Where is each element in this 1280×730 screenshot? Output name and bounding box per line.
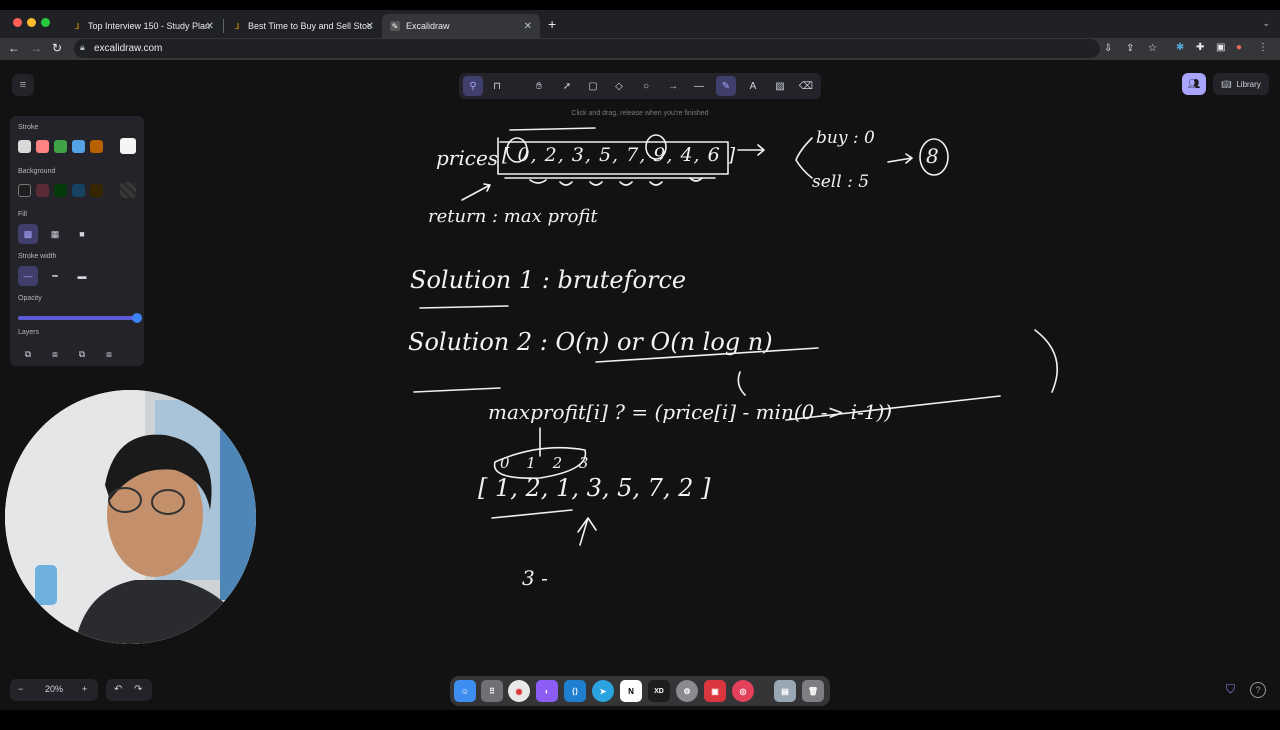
- sell-text: sell : 5: [812, 172, 870, 192]
- solution2-text: Solution 2 : O(n) or O(n log n): [408, 328, 773, 356]
- chrome-icon[interactable]: ◉: [508, 680, 530, 702]
- notion-icon[interactable]: N: [620, 680, 642, 702]
- help-icon[interactable]: ?: [1250, 682, 1266, 698]
- app2-icon[interactable]: ◎: [732, 680, 754, 702]
- github-icon[interactable]: ◐: [536, 680, 558, 702]
- shield-icon[interactable]: ⛉: [1226, 682, 1235, 697]
- example-array: [ 1, 2, 1, 3, 5, 7, 2 ]: [478, 474, 711, 502]
- zoom-level[interactable]: 20%: [45, 684, 63, 694]
- macos-dock: ☺ ⠿ ◉ ◐ ⟨⟩ ➤ N XD ⚙ ▣ ◎ ▤ 🗑︎: [450, 676, 830, 706]
- return-text: return : max profit: [428, 206, 598, 227]
- undo-icon[interactable]: ↶: [114, 684, 122, 695]
- prices-label: prices: [436, 146, 499, 170]
- app-icon[interactable]: ▣: [704, 680, 726, 702]
- buy-text: buy : 0: [816, 128, 875, 148]
- vscode-icon[interactable]: ⟨⟩: [564, 680, 586, 702]
- undo-redo-controls: ↶ ↷: [106, 679, 152, 701]
- xd-icon[interactable]: XD: [648, 680, 670, 702]
- settings-icon[interactable]: ⚙: [676, 680, 698, 702]
- trash-icon[interactable]: 🗑︎: [802, 680, 824, 702]
- result-text: 8: [926, 144, 939, 168]
- zoom-in-icon[interactable]: +: [82, 684, 87, 694]
- finder-icon[interactable]: ☺: [454, 680, 476, 702]
- telegram-icon[interactable]: ➤: [592, 680, 614, 702]
- zoom-controls: − 20% +: [10, 679, 98, 701]
- webcam-overlay: [5, 390, 256, 644]
- zoom-out-icon[interactable]: −: [18, 684, 23, 694]
- partial-text: 3 -: [522, 566, 548, 590]
- screen-frame: ⅃ Top Interview 150 - Study Plan ✕ ⅃ Bes…: [0, 10, 1280, 710]
- maxprofit-text: maxprofit[i] ? = (price[i] - min(0 -> i-…: [488, 400, 893, 424]
- indices-text: 0 1 2 3: [500, 454, 595, 472]
- preview-icon[interactable]: ▤: [774, 680, 796, 702]
- launchpad-icon[interactable]: ⠿: [481, 680, 503, 702]
- redo-icon[interactable]: ↷: [134, 684, 142, 695]
- presenter-video: [5, 390, 256, 644]
- solution1-text: Solution 1 : bruteforce: [410, 266, 687, 294]
- prices-array: [ 0, 2, 3, 5, 7, 9, 4, 6 ]: [502, 144, 737, 166]
